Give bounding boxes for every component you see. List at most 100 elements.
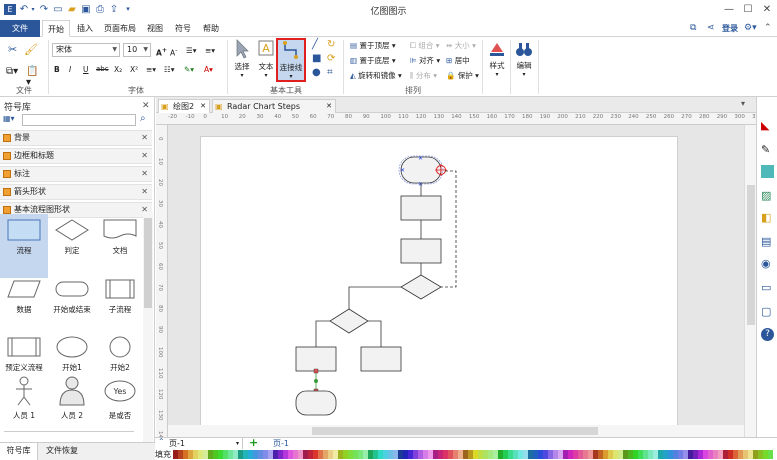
edit-button[interactable]: 编辑 ▾ xyxy=(513,40,535,78)
connector-tool[interactable]: 连接线 ▾ xyxy=(276,38,306,82)
process-box[interactable] xyxy=(295,346,337,372)
style-button[interactable]: 样式 ▾ xyxy=(486,40,508,78)
font-name-select[interactable]: 宋体 ▼ xyxy=(52,43,120,57)
close-button[interactable]: ✕ xyxy=(758,2,776,17)
connector-midpoint[interactable] xyxy=(314,379,318,383)
font-size-select[interactable]: 10 ▼ xyxy=(123,43,151,57)
help-icon[interactable]: ? xyxy=(761,328,774,341)
format-painter-icon[interactable]: 🖌 xyxy=(24,43,38,56)
line-tool-icon[interactable]: ╱ xyxy=(312,39,318,50)
doc-tab-radar-chart[interactable]: ▣ Radar Chart Steps ✕ xyxy=(212,99,336,113)
doc-tab-drawing2[interactable]: ▣ 绘图2 ✕ xyxy=(158,99,210,113)
tab-home[interactable]: 开始 xyxy=(42,20,70,37)
tab-symbols[interactable]: 符号 xyxy=(170,20,196,37)
paste-icon[interactable]: 📋▾ xyxy=(26,66,38,88)
shape-person1[interactable]: 人员 1 xyxy=(0,371,48,435)
distribute-button[interactable]: ⫼ 分布 ▾ xyxy=(410,70,437,81)
select-tool[interactable]: 选择 ▾ xyxy=(231,39,253,79)
collapse-ribbon-icon[interactable]: ⌃ xyxy=(764,22,772,35)
tab-view[interactable]: 视图 xyxy=(142,20,168,37)
shrink-font-button[interactable]: A- xyxy=(170,45,177,59)
selection-handle[interactable]: ✕ xyxy=(418,181,423,188)
close-category-icon[interactable]: ✕ xyxy=(141,185,148,199)
loop-connector[interactable] xyxy=(441,170,457,288)
connection-point[interactable] xyxy=(313,368,319,374)
notes-icon[interactable]: ▭ xyxy=(761,281,774,294)
tab-help[interactable]: 帮助 xyxy=(198,20,224,37)
list-icon[interactable]: ☷▾ xyxy=(164,64,175,75)
category-arrows[interactable]: 箭头形状 ✕ xyxy=(0,184,152,200)
shape-data[interactable]: 数据 xyxy=(0,273,48,337)
search-icon[interactable]: ⌕ xyxy=(140,113,146,124)
library-search-input[interactable] xyxy=(22,114,136,126)
tab-list-dropdown-icon[interactable]: ▾ xyxy=(741,99,745,108)
decision-diamond[interactable] xyxy=(400,274,442,300)
process-box[interactable] xyxy=(400,195,442,221)
page-navigator-icon[interactable]: ⌃ xyxy=(158,437,165,446)
shadow-icon[interactable] xyxy=(761,165,774,178)
process-box[interactable] xyxy=(400,238,442,264)
canvas-vertical-scrollbar[interactable] xyxy=(744,125,756,437)
line-spacing-icon[interactable]: ≡▾ xyxy=(205,45,215,56)
tab-insert[interactable]: 插入 xyxy=(72,20,98,37)
italic-button[interactable]: I xyxy=(69,64,71,75)
tab-file[interactable]: 文件 xyxy=(0,20,40,37)
shape-terminator[interactable]: 开始或结束 xyxy=(48,273,96,337)
login-link[interactable]: 登录 xyxy=(722,22,738,35)
center-button[interactable]: ⊞ 居中 xyxy=(446,55,470,66)
theme-icon[interactable]: ◉ xyxy=(761,257,774,270)
connector[interactable] xyxy=(348,286,401,309)
shape-yes-no[interactable]: Yes 是或否 xyxy=(96,371,144,435)
font-color-icon[interactable]: A▾ xyxy=(204,64,213,75)
tab-page-layout[interactable]: 页面布局 xyxy=(100,20,140,37)
comment-icon[interactable]: ▢ xyxy=(761,305,774,318)
strikethrough-button[interactable]: abc xyxy=(96,64,109,75)
fill-icon[interactable]: ◣ xyxy=(761,119,774,132)
page-selector[interactable]: 页-1 ▾ xyxy=(169,438,243,449)
copy-icon[interactable]: ⧉▾ xyxy=(6,66,18,78)
curve-tool-icon[interactable]: ↻ xyxy=(327,39,335,50)
category-background[interactable]: 背景 ✕ xyxy=(0,130,152,146)
subscript-button[interactable]: X₂ xyxy=(114,64,122,75)
image-icon[interactable]: ▨ xyxy=(761,189,774,202)
close-category-icon[interactable]: ✕ xyxy=(141,167,148,181)
connector[interactable] xyxy=(315,320,330,347)
underline-button[interactable]: U xyxy=(83,64,89,75)
rotate-mirror-button[interactable]: ◭ 旋转和镜像 ▾ xyxy=(350,70,402,81)
protect-button[interactable]: 🔒 保护 ▾ xyxy=(446,70,479,81)
shape-process[interactable]: 流程 xyxy=(0,214,48,278)
layers-icon[interactable]: ◧ xyxy=(761,211,774,224)
library-menu-icon[interactable]: ▦▾ xyxy=(3,114,21,126)
add-page-icon[interactable]: + xyxy=(249,436,258,449)
shape-decision[interactable]: 判定 xyxy=(48,214,96,278)
close-panel-icon[interactable]: ✕ xyxy=(142,101,150,111)
library-scrollbar[interactable] xyxy=(143,212,153,449)
decision-diamond[interactable] xyxy=(329,308,369,334)
category-callouts[interactable]: 标注 ✕ xyxy=(0,166,152,182)
line-icon[interactable]: ✎ xyxy=(761,143,774,156)
tab-symbol-library[interactable]: 符号库 xyxy=(0,443,38,460)
connector[interactable] xyxy=(368,320,382,347)
align-button[interactable]: ⊫ 对齐 ▾ xyxy=(410,55,440,66)
grow-font-button[interactable]: A+ xyxy=(156,45,167,59)
page-icon[interactable]: ▤ xyxy=(761,235,774,248)
send-back-button[interactable]: ▥ 置于底层 ▾ xyxy=(350,55,396,66)
superscript-button[interactable]: X² xyxy=(130,64,138,75)
color-swatch[interactable] xyxy=(768,450,773,459)
selection-handle[interactable]: ✕ xyxy=(418,155,423,162)
arc-tool-icon[interactable]: ⟳ xyxy=(327,53,335,64)
tab-file-recovery[interactable]: 文件恢复 xyxy=(40,443,84,460)
rectangle-tool-icon[interactable]: ■ xyxy=(312,53,321,64)
close-category-icon[interactable]: ✕ xyxy=(141,149,148,163)
align-icon[interactable]: ≡▾ xyxy=(146,64,156,75)
highlight-color-icon[interactable]: ✎▾ xyxy=(184,64,194,75)
close-tab-icon[interactable]: ✕ xyxy=(326,100,332,113)
close-tab-icon[interactable]: ✕ xyxy=(200,100,206,113)
crop-tool-icon[interactable]: ⌗ xyxy=(327,67,333,78)
vertical-scroll-thumb[interactable] xyxy=(747,185,755,325)
settings-icon[interactable]: ⚙▾ xyxy=(744,22,757,35)
shape-person2[interactable]: 人员 2 xyxy=(48,371,96,435)
selection-handle[interactable]: ✕ xyxy=(400,167,405,174)
text-tool[interactable]: A 文本 ▾ xyxy=(255,39,277,79)
bold-button[interactable]: B xyxy=(54,64,60,75)
